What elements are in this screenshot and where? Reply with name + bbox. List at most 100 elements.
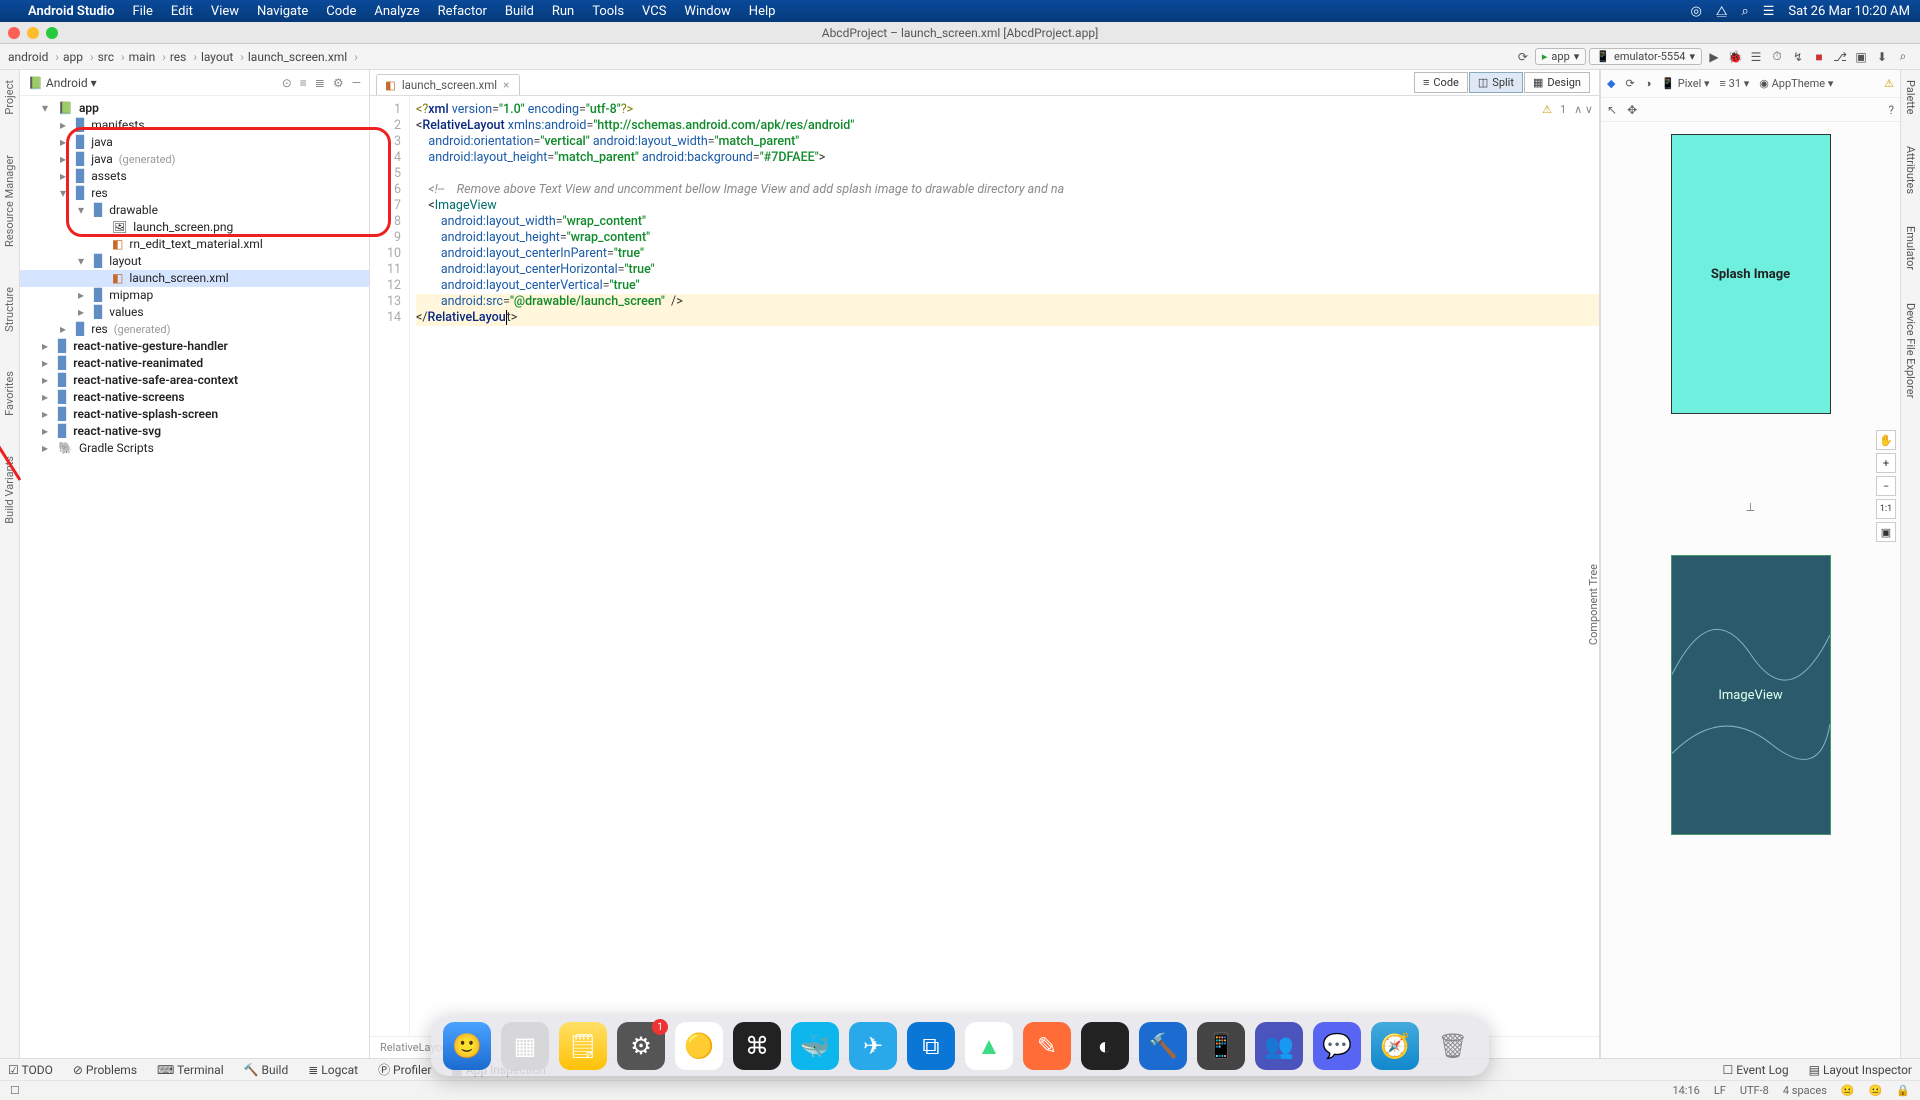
project-view-dropdown[interactable]: 📗 Android ▾	[28, 76, 97, 90]
tree-item-launch-screen-xml[interactable]: ◧launch_screen.xml	[20, 270, 369, 287]
crumb-main[interactable]: main	[129, 50, 166, 64]
dock-iterm[interactable]: ⌘	[733, 1022, 781, 1070]
run-config-dropdown[interactable]: ▸app▾	[1535, 48, 1586, 65]
control-center-icon[interactable]: ☰	[1763, 4, 1775, 19]
tree-item-res[interactable]: ▾▉res	[20, 185, 369, 202]
dock-safari[interactable]: 🧭	[1371, 1022, 1419, 1070]
zoom-reset-button[interactable]: 1:1	[1876, 499, 1896, 519]
sdk-manager-icon[interactable]: ⬇	[1873, 48, 1891, 66]
menu-file[interactable]: File	[133, 4, 153, 19]
dock-figma[interactable]: ◐	[1081, 1022, 1129, 1070]
debug-button[interactable]: 🐞	[1726, 48, 1744, 66]
stop-button[interactable]: ■	[1810, 48, 1828, 66]
run-button[interactable]: ▶	[1705, 48, 1723, 66]
tree-item-react-native-gesture-handler[interactable]: ▸▉react-native-gesture-handler	[20, 338, 369, 355]
dock-xcode[interactable]: 🔨	[1139, 1022, 1187, 1070]
rail-resource-manager[interactable]: Resource Manager	[3, 155, 16, 247]
mode-split[interactable]: ◫ Split	[1469, 72, 1523, 93]
bt-todo[interactable]: ☑ TODO	[8, 1063, 53, 1077]
rail-palette[interactable]: Palette	[1904, 80, 1917, 114]
tree-select-opened-icon[interactable]: ⊙	[282, 76, 292, 90]
crumb-file[interactable]: launch_screen.xml	[248, 50, 358, 64]
tree-item-react-native-screens[interactable]: ▸▉react-native-screens	[20, 389, 369, 406]
avd-manager-icon[interactable]: ▣	[1852, 48, 1870, 66]
dock-teams[interactable]: 👥	[1255, 1022, 1303, 1070]
dock-vscode[interactable]: ⧉	[907, 1022, 955, 1070]
tree-item-manifests[interactable]: ▸▉manifests	[20, 117, 369, 134]
night-mode-icon[interactable]: ◑	[1645, 77, 1652, 90]
telegram-status-icon[interactable]: ◎	[1691, 4, 1702, 19]
clock[interactable]: Sat 26 Mar 10:20 AM	[1788, 4, 1910, 19]
tree-item-drawable[interactable]: ▾▉drawable	[20, 202, 369, 219]
tree-expand-icon[interactable]: ≡	[300, 76, 307, 90]
preview-help-icon[interactable]: ?	[1888, 103, 1894, 117]
tree-hide-icon[interactable]: —	[352, 76, 361, 90]
tree-item-layout[interactable]: ▾▉layout	[20, 253, 369, 270]
tree-item-gradle-scripts[interactable]: ▸🐘Gradle Scripts	[20, 440, 369, 457]
bt-event-log[interactable]: ☐ Event Log	[1723, 1063, 1789, 1077]
dock-notes[interactable]: 🗒	[559, 1022, 607, 1070]
tree-item-react-native-svg[interactable]: ▸▉react-native-svg	[20, 423, 369, 440]
search-everywhere-icon[interactable]: ⌕	[1894, 48, 1912, 66]
crumb-layout[interactable]: layout	[201, 50, 244, 64]
tree-item-mipmap[interactable]: ▸▉mipmap	[20, 287, 369, 304]
design-surface-icon[interactable]: ◆	[1607, 77, 1615, 90]
tree-item-assets[interactable]: ▸▉assets	[20, 168, 369, 185]
menu-vcs[interactable]: VCS	[642, 4, 666, 19]
dock-docker[interactable]: 🐳	[791, 1022, 839, 1070]
tree-item-react-native-splash-screen[interactable]: ▸▉react-native-splash-screen	[20, 406, 369, 423]
bt-build[interactable]: 🔨 Build	[244, 1063, 289, 1077]
zoom-in-button[interactable]: +	[1876, 453, 1896, 473]
crumb-android[interactable]: android	[8, 50, 59, 64]
tree-settings-icon[interactable]: ⚙	[333, 76, 344, 90]
dock-android-studio[interactable]: ▲	[965, 1022, 1013, 1070]
pan-mode-icon[interactable]: ✥	[1627, 103, 1637, 117]
sync-gradle-icon[interactable]: ⟳	[1514, 48, 1532, 66]
dock-telegram[interactable]: ✈	[849, 1022, 897, 1070]
theme-chip[interactable]: ◉ AppTheme ▾	[1759, 77, 1833, 90]
dock-discord[interactable]: 💬	[1313, 1022, 1361, 1070]
bt-logcat[interactable]: ≣ Logcat	[308, 1063, 358, 1077]
rail-structure[interactable]: Structure	[3, 287, 16, 332]
profile-button[interactable]: ⏱	[1768, 48, 1786, 66]
status-emoji2[interactable]: 😐	[1869, 1084, 1883, 1097]
tree-item-launch-screen-png[interactable]: 🖼launch_screen.png	[20, 219, 369, 236]
menu-view[interactable]: View	[211, 4, 239, 19]
status-caret[interactable]: 14:16	[1672, 1084, 1699, 1097]
tree-item-java[interactable]: ▸▉java	[20, 134, 369, 151]
dock-simulator[interactable]: 📱	[1197, 1022, 1245, 1070]
dock-chrome[interactable]: 🟡	[675, 1022, 723, 1070]
menu-edit[interactable]: Edit	[171, 4, 193, 19]
crumb-src[interactable]: src	[98, 50, 125, 64]
tree-item-values[interactable]: ▸▉values	[20, 304, 369, 321]
tree-item-app[interactable]: ▾📗app	[20, 100, 369, 117]
blueprint-preview[interactable]: ImageView	[1671, 555, 1831, 835]
mode-code[interactable]: ≡ Code	[1414, 72, 1468, 93]
orientation-icon[interactable]: ⟳	[1625, 77, 1634, 90]
rail-favorites[interactable]: Favorites	[3, 371, 16, 416]
rail-project[interactable]: Project	[3, 80, 16, 115]
bt-terminal[interactable]: ⌨ Terminal	[157, 1063, 224, 1077]
vcs-icon[interactable]: ⎇	[1831, 48, 1849, 66]
rail-attributes[interactable]: Attributes	[1904, 146, 1917, 194]
device-chip[interactable]: 📱 Pixel ▾	[1661, 77, 1709, 90]
pan-hand-icon[interactable]: ✋	[1876, 430, 1896, 450]
dock-trash[interactable]: 🗑	[1429, 1022, 1477, 1070]
dock-postman[interactable]: ✎	[1023, 1022, 1071, 1070]
menu-tools[interactable]: Tools	[592, 4, 624, 19]
api-chip[interactable]: ≡ 31 ▾	[1720, 77, 1750, 90]
tree-item-react-native-safe-area-context[interactable]: ▸▉react-native-safe-area-context	[20, 372, 369, 389]
code-editor[interactable]: ⚠1∧ ∨ 1234567891011121314 <?xml version=…	[370, 96, 1599, 1036]
project-tree[interactable]: ▾📗app▸▉manifests▸▉java▸▉java (generated)…	[20, 96, 369, 1058]
menu-help[interactable]: Help	[749, 4, 776, 19]
tab-launch-screen[interactable]: ◧ launch_screen.xml ×	[376, 74, 520, 95]
rail-build-variants[interactable]: Build Variants	[3, 456, 16, 524]
zoom-out-button[interactable]: −	[1876, 476, 1896, 496]
tree-item-java[interactable]: ▸▉java (generated)	[20, 151, 369, 168]
status-emoji1[interactable]: 😐	[1841, 1084, 1855, 1097]
tree-item-res[interactable]: ▸▉res (generated)	[20, 321, 369, 338]
tool-windows-icon[interactable]: ☐	[10, 1084, 20, 1097]
coverage-button[interactable]: ☰	[1747, 48, 1765, 66]
tab-close-icon[interactable]: ×	[503, 78, 509, 92]
spotlight-icon[interactable]: ⌕	[1741, 4, 1748, 19]
